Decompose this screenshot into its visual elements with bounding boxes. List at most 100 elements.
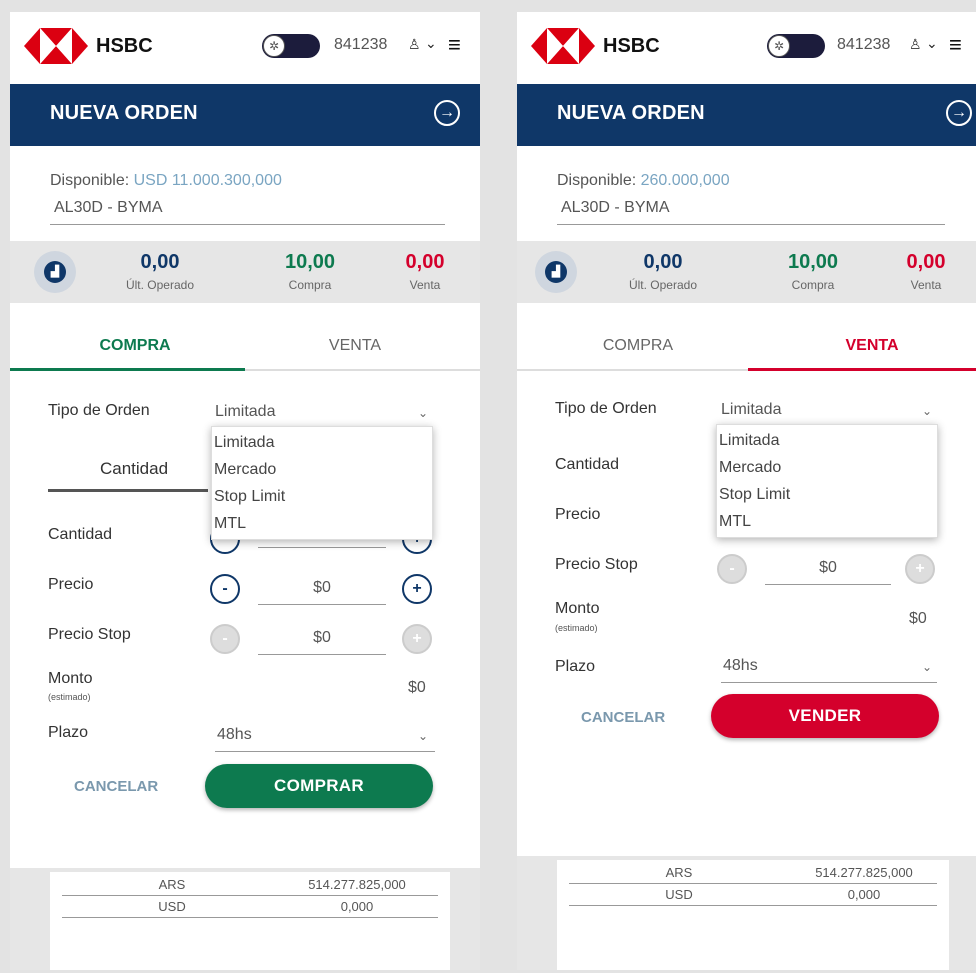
- account-number[interactable]: 841238: [837, 36, 890, 54]
- arrow-right-icon[interactable]: →: [434, 100, 460, 126]
- quantity-label: Cantidad: [555, 456, 620, 473]
- amount-label: Monto: [48, 670, 93, 687]
- stop-price-decrement-button[interactable]: -: [210, 624, 240, 654]
- last-traded-value: 0,00: [140, 251, 180, 273]
- theme-toggle[interactable]: ✲: [262, 34, 320, 58]
- table-row: USD 0,000: [569, 884, 937, 906]
- subtab-cantidad[interactable]: Cantidad: [100, 459, 168, 479]
- option-mercado[interactable]: Mercado: [717, 454, 937, 481]
- order-type-label: Tipo de Orden: [48, 402, 150, 419]
- tab-compra[interactable]: COMPRA: [50, 337, 220, 355]
- buy-price-label: Compra: [791, 278, 835, 292]
- option-mtl[interactable]: MTL: [717, 508, 937, 535]
- tab-venta[interactable]: VENTA: [787, 337, 957, 355]
- price-input[interactable]: $0: [258, 579, 386, 605]
- user-icon[interactable]: ♙: [909, 36, 922, 53]
- menu-icon[interactable]: ≡: [448, 32, 461, 58]
- page-header: NUEVA ORDEN →: [517, 84, 976, 146]
- option-stop-limit[interactable]: Stop Limit: [717, 481, 937, 508]
- balances-table: ARS 514.277.825,000 USD 0,000: [50, 872, 450, 970]
- term-select[interactable]: 48hs: [215, 726, 435, 752]
- table-row: USD 0,000: [62, 896, 438, 918]
- cancel-button[interactable]: CANCELAR: [581, 709, 665, 726]
- option-mercado[interactable]: Mercado: [212, 456, 432, 483]
- price-label: Precio: [555, 506, 601, 523]
- table-row: ARS 514.277.825,000: [62, 874, 438, 896]
- available-balance: Disponible: USD 11.000.300,000: [50, 172, 282, 189]
- order-side-tabs: COMPRA VENTA: [517, 325, 976, 371]
- order-type-options: Limitada Mercado Stop Limit MTL: [211, 426, 433, 540]
- price-label: Precio: [48, 576, 94, 593]
- option-mtl[interactable]: MTL: [212, 510, 432, 537]
- chevron-down-icon[interactable]: ⌄: [922, 404, 932, 418]
- quote-bar: ▟ 0,00 Últ. Operado 10,00 Compra 0,00 Ve…: [10, 241, 480, 303]
- chart-icon[interactable]: ▟: [535, 251, 577, 293]
- amount-value: $0: [408, 679, 426, 696]
- chevron-down-icon[interactable]: ⌄: [418, 406, 428, 420]
- sell-price-label: Venta: [409, 278, 441, 292]
- chevron-down-icon[interactable]: ⌄: [922, 660, 932, 674]
- quote-bar: ▟ 0,00 Últ. Operado 10,00 Compra 0,00 Ve…: [517, 241, 976, 303]
- menu-icon[interactable]: ≡: [949, 32, 962, 58]
- buy-order-panel: HSBC ✲ 841238 ♙ ⌄ ≡ NUEVA ORDEN → Dispon…: [10, 12, 480, 970]
- quantity-label: Cantidad: [48, 526, 113, 543]
- table-row: ARS 514.277.825,000: [569, 862, 937, 884]
- amount-value: $0: [909, 610, 927, 627]
- hsbc-logo: [531, 28, 595, 64]
- buy-button[interactable]: COMPRAR: [205, 764, 433, 808]
- chevron-down-icon[interactable]: ⌄: [418, 729, 428, 743]
- stop-price-input[interactable]: $0: [258, 629, 386, 655]
- buy-price-value: 10,00: [284, 251, 336, 273]
- sell-price-label: Venta: [910, 278, 942, 292]
- stop-price-increment-button[interactable]: +: [905, 554, 935, 584]
- estimated-note: (estimado): [48, 692, 91, 702]
- price-decrement-button[interactable]: -: [210, 574, 240, 604]
- last-traded-label: Últ. Operado: [125, 278, 195, 292]
- option-limitada[interactable]: Limitada: [717, 427, 937, 454]
- tab-venta[interactable]: VENTA: [270, 337, 440, 355]
- last-traded-value: 0,00: [643, 251, 683, 273]
- sun-icon: ✲: [768, 35, 790, 57]
- stop-price-label: Precio Stop: [555, 556, 638, 573]
- available-amount: 260.000,000: [640, 172, 730, 189]
- arrow-right-icon[interactable]: →: [946, 100, 972, 126]
- sell-button[interactable]: VENDER: [711, 694, 939, 738]
- subtab-indicator: [48, 489, 208, 492]
- user-icon[interactable]: ♙: [408, 36, 421, 53]
- tab-compra[interactable]: COMPRA: [553, 337, 723, 355]
- chart-icon[interactable]: ▟: [34, 251, 76, 293]
- instrument-field[interactable]: AL30D - BYMA: [50, 199, 445, 225]
- chevron-down-icon[interactable]: ⌄: [425, 35, 437, 52]
- buy-price-label: Compra: [288, 278, 332, 292]
- hsbc-logo: [24, 28, 88, 64]
- amount-label: Monto: [555, 600, 600, 617]
- estimated-note: (estimado): [555, 623, 598, 633]
- page-header: NUEVA ORDEN →: [10, 84, 480, 146]
- theme-toggle[interactable]: ✲: [767, 34, 825, 58]
- sell-price-value: 0,00: [405, 251, 445, 273]
- stop-price-decrement-button[interactable]: -: [717, 554, 747, 584]
- term-label: Plazo: [48, 724, 89, 741]
- sell-order-panel: HSBC ✲ 841238 ♙ ⌄ ≡ NUEVA ORDEN → Dispon…: [517, 12, 976, 970]
- order-type-label: Tipo de Orden: [555, 400, 657, 417]
- active-tab-indicator: [748, 368, 976, 371]
- term-select[interactable]: 48hs: [721, 657, 937, 683]
- cancel-button[interactable]: CANCELAR: [74, 778, 158, 795]
- brand-name: HSBC: [96, 35, 153, 57]
- chevron-down-icon[interactable]: ⌄: [926, 35, 938, 52]
- order-type-options: Limitada Mercado Stop Limit MTL: [716, 424, 938, 538]
- price-increment-button[interactable]: +: [402, 574, 432, 604]
- stop-price-label: Precio Stop: [48, 626, 131, 643]
- page-title: NUEVA ORDEN: [50, 102, 198, 124]
- option-limitada[interactable]: Limitada: [212, 429, 432, 456]
- stop-price-input[interactable]: $0: [765, 559, 891, 585]
- active-tab-indicator: [10, 368, 245, 371]
- top-bar: HSBC ✲ 841238 ♙ ⌄ ≡: [10, 12, 480, 84]
- instrument-field[interactable]: AL30D - BYMA: [557, 199, 945, 225]
- account-number[interactable]: 841238: [334, 36, 387, 54]
- stop-price-increment-button[interactable]: +: [402, 624, 432, 654]
- last-traded-label: Últ. Operado: [628, 278, 698, 292]
- sell-price-value: 0,00: [906, 251, 946, 273]
- sun-icon: ✲: [263, 35, 285, 57]
- option-stop-limit[interactable]: Stop Limit: [212, 483, 432, 510]
